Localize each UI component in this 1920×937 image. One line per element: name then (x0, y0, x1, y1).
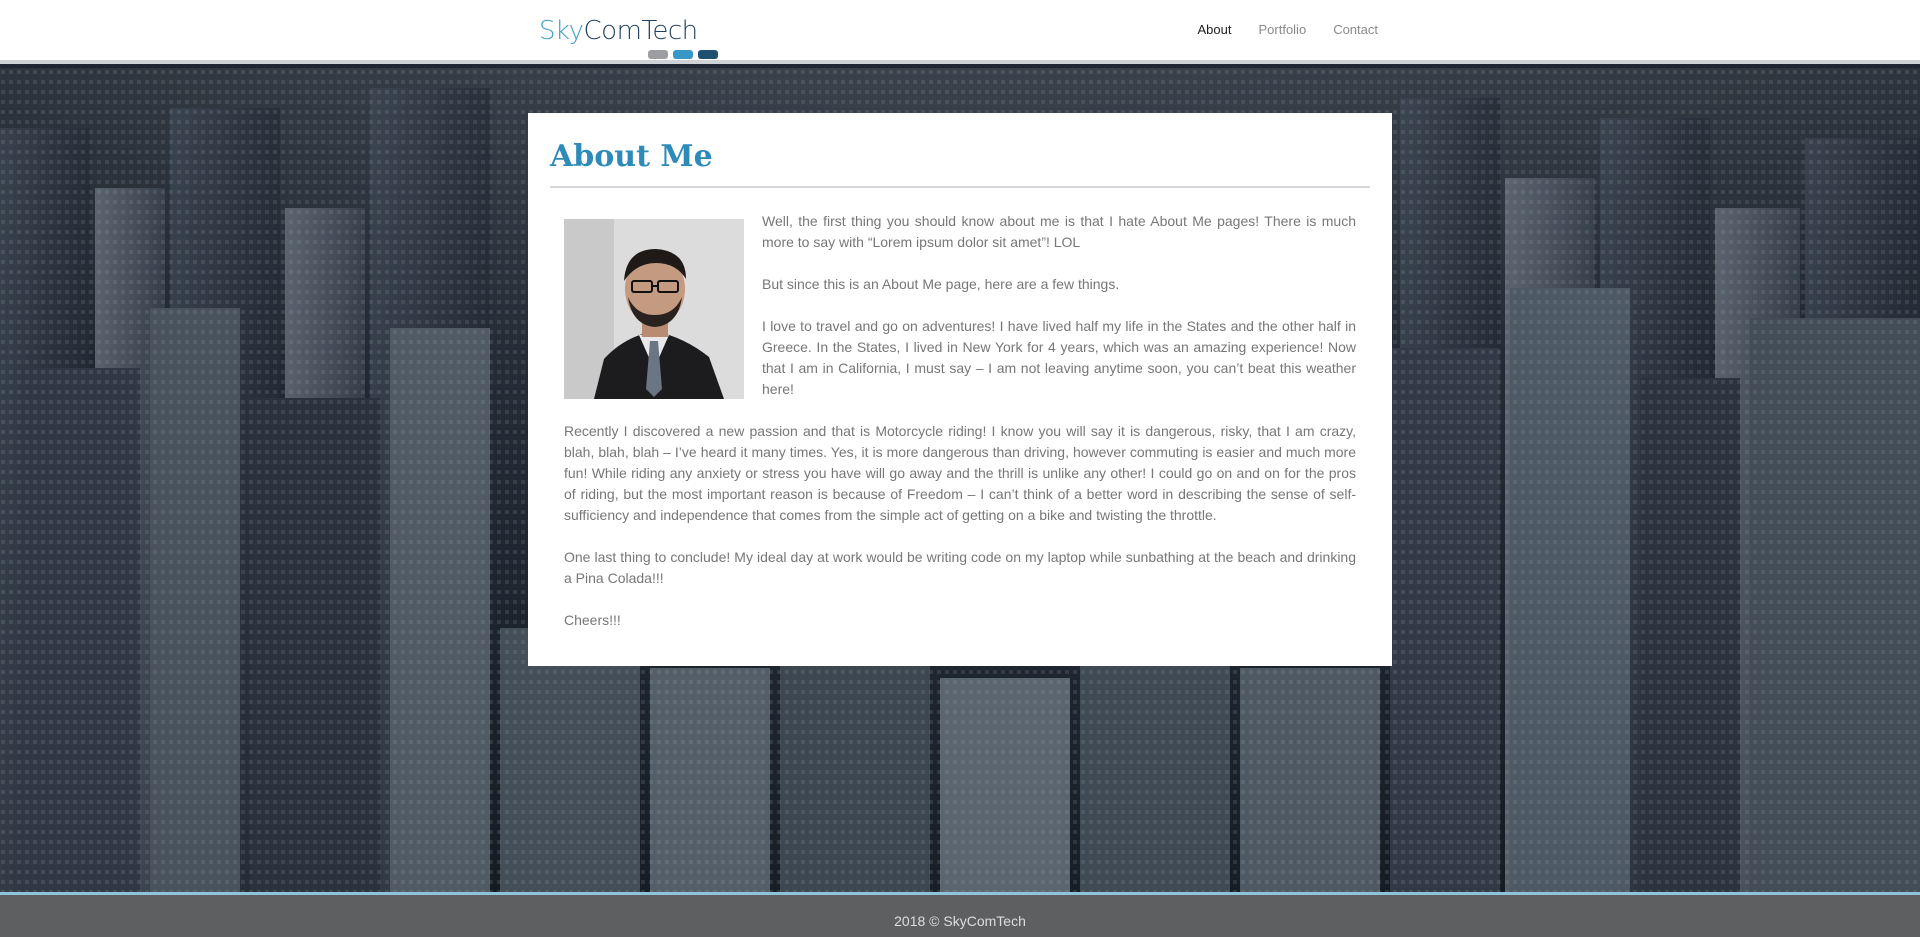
logo-bar-navy (698, 50, 718, 59)
about-paragraph-1: Well, the first thing you should know ab… (762, 213, 1356, 250)
main-nav: About Portfolio Contact (1171, 22, 1379, 37)
title-divider (550, 186, 1370, 188)
site-header: SkyComTech About Portfolio Contact (0, 0, 1920, 64)
site-footer: 2018 © SkyComTech (0, 892, 1920, 937)
logo-bar-blue (673, 50, 693, 59)
about-paragraph-5: One last thing to conclude! My ideal day… (564, 549, 1356, 586)
logo-wordmark: SkyComTech (539, 16, 698, 46)
logo-part-sky: Sky (539, 16, 584, 46)
site-logo[interactable]: SkyComTech (539, 16, 721, 60)
nav-about[interactable]: About (1198, 22, 1232, 37)
copyright-text: 2018 © SkyComTech (894, 913, 1026, 929)
nav-contact[interactable]: Contact (1333, 22, 1378, 37)
nav-portfolio[interactable]: Portfolio (1258, 22, 1306, 37)
about-text: Well, the first thing you should know ab… (564, 211, 1356, 652)
about-paragraph-6: Cheers!!! (564, 612, 621, 628)
about-paragraph-2: But since this is an About Me page, here… (762, 276, 1120, 292)
page-title: About Me (550, 139, 713, 174)
logo-part-comtech: ComTech (583, 16, 699, 46)
logo-bar-gray (648, 50, 668, 59)
about-paragraph-4: Recently I discovered a new passion and … (564, 423, 1356, 523)
about-paragraph-3: I love to travel and go on adventures! I… (762, 318, 1356, 397)
about-card: About Me Well, the first thing you shoul… (528, 113, 1392, 666)
